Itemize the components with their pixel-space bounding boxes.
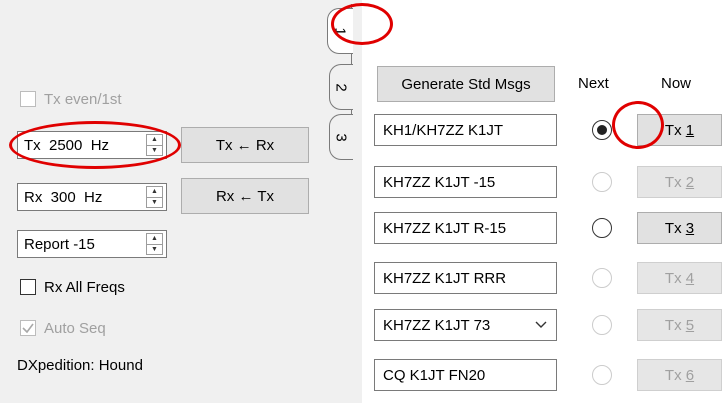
tab-2[interactable]: 2: [329, 64, 353, 110]
tx3-now-button[interactable]: Tx 3: [637, 212, 722, 244]
tx2-button-label: Tx 2: [664, 173, 695, 191]
now-column-header: Now: [661, 75, 692, 92]
tx5-now-button[interactable]: Tx 5: [637, 309, 722, 341]
tx-even-label: Tx even/1st: [44, 90, 122, 108]
tab-3-label: 3: [333, 132, 350, 142]
tx5-next-radio[interactable]: [592, 315, 612, 335]
rx-from-tx-button[interactable]: Rx ← Tx: [181, 178, 309, 214]
tx1-message-field[interactable]: KH1/KH7ZZ K1JT: [374, 114, 557, 146]
tx2-next-radio[interactable]: [592, 172, 612, 192]
tab-1[interactable]: 1: [327, 8, 353, 54]
tx1-button-label: Tx 1: [664, 121, 695, 139]
up-arrow-icon[interactable]: ▲: [147, 135, 162, 145]
tx2-now-button[interactable]: Tx 2: [637, 166, 722, 198]
tx5-message-text: KH7ZZ K1JT 73: [383, 316, 491, 334]
down-arrow-icon[interactable]: ▼: [147, 243, 162, 255]
report-stepper[interactable]: ▲ ▼: [146, 233, 163, 255]
tx1-next-radio[interactable]: [592, 120, 612, 140]
up-arrow-icon[interactable]: ▲: [147, 187, 162, 197]
down-arrow-icon[interactable]: ▼: [147, 144, 162, 156]
radio-selected-dot: [597, 125, 607, 135]
message-panel: [362, 0, 722, 403]
tx-even-box[interactable]: [20, 91, 36, 107]
rx-frequency-value: Rx 300 Hz: [24, 188, 103, 206]
up-arrow-icon[interactable]: ▲: [147, 234, 162, 244]
tx3-message-field[interactable]: KH7ZZ K1JT R-15: [374, 212, 557, 244]
tab-1-label: 1: [332, 26, 349, 36]
rx-all-freqs-box[interactable]: [20, 279, 36, 295]
tx-from-rx-button[interactable]: Tx ← Rx: [181, 127, 309, 163]
tx1-message-text: KH1/KH7ZZ K1JT: [383, 121, 504, 139]
next-column-header: Next: [578, 75, 609, 92]
auto-seq-checkbox[interactable]: Auto Seq: [20, 318, 106, 338]
tx2-message-field[interactable]: KH7ZZ K1JT -15: [374, 166, 557, 198]
tx4-now-button[interactable]: Tx 4: [637, 262, 722, 294]
tx5-message-combo[interactable]: KH7ZZ K1JT 73: [374, 309, 557, 341]
tx3-next-radio[interactable]: [592, 218, 612, 238]
rx-frequency-spinbox[interactable]: Rx 300 Hz ▲ ▼: [17, 183, 167, 211]
auto-seq-label: Auto Seq: [44, 319, 106, 337]
rx-frequency-stepper[interactable]: ▲ ▼: [146, 186, 163, 208]
tab-2-label: 2: [333, 82, 350, 92]
tx6-message-field[interactable]: CQ K1JT FN20: [374, 359, 557, 391]
dxpedition-mode-label: DXpedition: Hound: [17, 357, 143, 374]
rx-from-tx-label: Rx ← Tx: [215, 187, 275, 205]
tx-from-rx-label: Tx ← Rx: [215, 136, 275, 154]
tx6-now-button[interactable]: Tx 6: [637, 359, 722, 391]
tx4-message-text: KH7ZZ K1JT RRR: [383, 269, 507, 287]
tx-frequency-value: Tx 2500 Hz: [24, 136, 110, 154]
tx2-message-text: KH7ZZ K1JT -15: [383, 173, 496, 191]
generate-std-msgs-button[interactable]: Generate Std Msgs: [377, 66, 555, 102]
rx-all-freqs-checkbox[interactable]: Rx All Freqs: [20, 277, 125, 297]
tx6-button-label: Tx 6: [664, 366, 695, 384]
auto-seq-box[interactable]: [20, 320, 36, 336]
report-value: Report -15: [24, 235, 95, 253]
tx5-button-label: Tx 5: [664, 316, 695, 334]
tab-3[interactable]: 3: [329, 114, 353, 160]
tx4-next-radio[interactable]: [592, 268, 612, 288]
chevron-down-icon[interactable]: [534, 320, 548, 330]
tx3-message-text: KH7ZZ K1JT R-15: [383, 219, 507, 237]
tx6-message-text: CQ K1JT FN20: [383, 366, 486, 384]
tx-even-checkbox[interactable]: Tx even/1st: [20, 89, 122, 109]
tx4-button-label: Tx 4: [664, 269, 695, 287]
tx-frequency-stepper[interactable]: ▲ ▼: [146, 134, 163, 156]
generate-std-msgs-label: Generate Std Msgs: [401, 75, 531, 93]
tx4-message-field[interactable]: KH7ZZ K1JT RRR: [374, 262, 557, 294]
rx-all-freqs-label: Rx All Freqs: [44, 278, 125, 296]
tx3-button-label: Tx 3: [664, 219, 695, 237]
tx-frequency-spinbox[interactable]: Tx 2500 Hz ▲ ▼: [17, 131, 167, 159]
tx6-next-radio[interactable]: [592, 365, 612, 385]
report-spinbox[interactable]: Report -15 ▲ ▼: [17, 230, 167, 258]
down-arrow-icon[interactable]: ▼: [147, 196, 162, 208]
tx1-now-button[interactable]: Tx 1: [637, 114, 722, 146]
checkmark-icon: [22, 323, 34, 334]
